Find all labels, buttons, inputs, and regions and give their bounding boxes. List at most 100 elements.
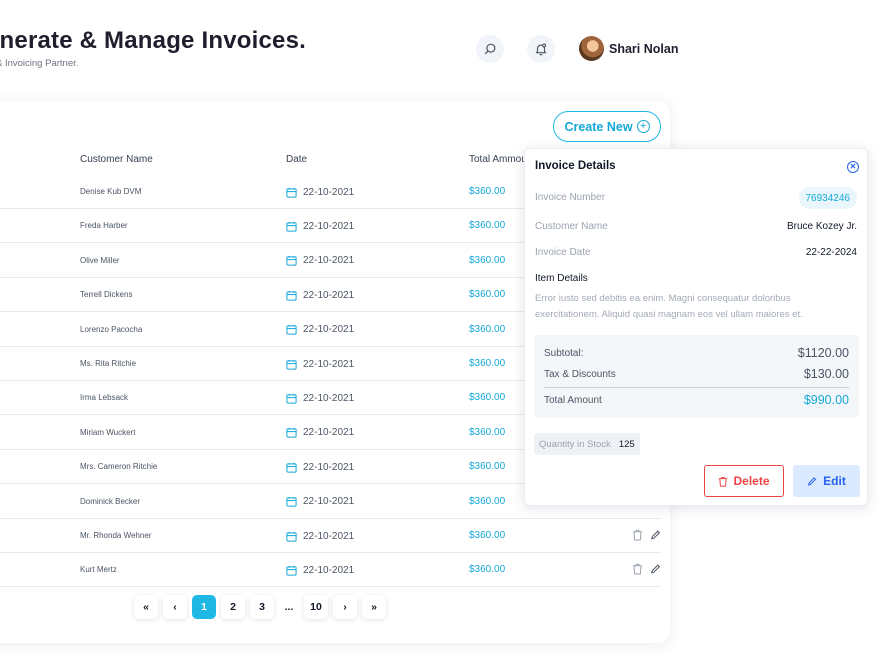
customer-name-label: Customer Name <box>535 221 608 232</box>
table-row[interactable]: Kurt Mertz 22-10-2021 $360.00 <box>0 553 661 588</box>
page-1-button[interactable]: 1 <box>192 595 216 619</box>
quantity-label: Quantity in Stock <box>539 438 611 450</box>
create-new-label: Create New <box>564 119 633 134</box>
date-cell: 22-10-2021 <box>286 381 354 415</box>
column-header-customer[interactable]: Customer Name <box>80 154 153 165</box>
amount-cell: $360.00 <box>469 358 506 369</box>
last-page-button[interactable]: » <box>362 595 386 619</box>
tax-value: $130.00 <box>803 367 849 381</box>
user-name: Shari Nolan <box>609 41 679 56</box>
amount-cell: $360.00 <box>469 392 506 404</box>
customer-name-cell: Freda Harber <box>80 221 128 231</box>
page-2-button[interactable]: 2 <box>221 595 245 619</box>
trash-icon <box>719 476 728 487</box>
amount-cell: $360.00 <box>469 323 506 335</box>
customer-name-cell: Ms. Rita Ritchie <box>80 359 137 368</box>
customer-name-cell: Denise Kub DVM <box>80 187 142 196</box>
page-title: enerate & Manage Invoices. <box>0 27 306 54</box>
invoice-details-panel: Invoice Details ✕ Invoice Number 7693424… <box>524 148 868 506</box>
customer-name-cell: Irma Lebsack <box>80 393 129 403</box>
date-cell: 22-10-2021 <box>286 209 354 243</box>
total-amount-value: $990.00 <box>803 393 849 407</box>
customer-name-cell: Terrell Dickens <box>80 290 133 300</box>
date-cell: 22-10-2021 <box>286 175 354 209</box>
customer-name-cell: Dominick Becker <box>80 496 141 506</box>
trash-icon[interactable] <box>632 529 643 541</box>
close-icon[interactable]: ✕ <box>847 161 859 173</box>
subtotal-value: $1120.00 <box>797 346 849 360</box>
bell-icon <box>535 43 547 56</box>
quantity-in-stock: Quantity in Stock 125 <box>534 433 640 455</box>
delete-button[interactable]: Delete <box>704 465 784 497</box>
notifications-button[interactable] <box>527 35 555 63</box>
calendar-icon <box>286 359 297 370</box>
edit-label: Edit <box>823 474 846 488</box>
date-text: 22-10-2021 <box>303 427 355 439</box>
pencil-icon[interactable] <box>650 529 661 541</box>
prev-page-button[interactable]: ‹ <box>163 595 187 619</box>
date-cell: 22-10-2021 <box>286 450 354 484</box>
page-10-button[interactable]: 10 <box>304 595 328 619</box>
summary-divider <box>544 387 849 388</box>
item-details-title: Item Details <box>535 273 588 284</box>
column-header-amount[interactable]: Total Ammou <box>469 154 527 165</box>
date-text: 22-10-2021 <box>303 289 355 301</box>
invoice-summary: Subtotal: $1120.00 Tax & Discounts $130.… <box>534 335 859 418</box>
date-cell: 22-10-2021 <box>286 278 354 312</box>
date-cell: 22-10-2021 <box>286 553 354 587</box>
date-text: 22-10-2021 <box>303 220 355 232</box>
customer-name-cell: Mrs. Cameron Ritchie <box>80 462 158 472</box>
amount-cell: $360.00 <box>469 254 506 266</box>
customer-name-cell: Miriam Wuckert <box>80 427 136 437</box>
customer-name-cell: Olive Miller <box>80 255 120 265</box>
date-text: 22-10-2021 <box>303 186 355 198</box>
invoice-date-value: 22-22-2024 <box>805 247 857 258</box>
calendar-icon <box>286 497 297 507</box>
item-details-description: Error iusto sed debitis ea enim. Magni c… <box>535 293 803 320</box>
avatar <box>579 36 604 61</box>
page-3-button[interactable]: 3 <box>250 595 274 619</box>
amount-cell: $360.00 <box>469 564 506 576</box>
pencil-icon[interactable] <box>650 563 661 575</box>
calendar-icon <box>286 428 297 438</box>
row-actions <box>632 563 661 575</box>
invoice-number-label: Invoice Number <box>535 192 606 203</box>
pencil-icon <box>808 476 817 485</box>
create-new-button[interactable]: Create New + <box>553 111 661 142</box>
page-subtitle: & Invoicing Partner. <box>0 58 79 69</box>
customer-name-value: Bruce Kozey Jr. <box>786 221 857 232</box>
calendar-icon <box>286 221 297 232</box>
date-text: 22-10-2021 <box>303 564 355 576</box>
amount-cell: $360.00 <box>469 461 506 473</box>
search-button[interactable] <box>476 35 504 63</box>
date-text: 22-10-2021 <box>303 461 355 473</box>
total-amount-label: Total Amount <box>544 394 602 406</box>
user-menu[interactable]: Shari Nolan <box>579 36 678 61</box>
calendar-icon <box>286 325 297 335</box>
tax-label: Tax & Discounts <box>544 368 616 380</box>
date-cell: 22-10-2021 <box>286 347 354 381</box>
calendar-icon <box>286 531 297 542</box>
pagination: « ‹ 1 2 3 ... 10 › » <box>134 595 386 619</box>
customer-name-cell: Mr. Rhonda Wehner <box>80 531 152 540</box>
trash-icon[interactable] <box>632 563 643 575</box>
row-actions <box>632 529 661 541</box>
first-page-button[interactable]: « <box>134 595 158 619</box>
amount-cell: $360.00 <box>469 289 506 301</box>
next-page-button[interactable]: › <box>333 595 357 619</box>
date-text: 22-10-2021 <box>303 358 355 370</box>
amount-cell: $360.00 <box>469 186 506 197</box>
calendar-icon <box>286 256 297 266</box>
date-cell: 22-10-2021 <box>286 244 354 278</box>
table-row[interactable]: Mr. Rhonda Wehner 22-10-2021 $360.00 <box>0 519 661 553</box>
search-icon <box>484 43 496 55</box>
calendar-icon <box>286 187 297 198</box>
delete-label: Delete <box>733 474 770 488</box>
edit-button[interactable]: Edit <box>793 465 860 497</box>
date-cell: 22-10-2021 <box>286 519 354 553</box>
amount-cell: $360.00 <box>469 220 506 232</box>
column-header-date[interactable]: Date <box>286 154 307 165</box>
amount-cell: $360.00 <box>469 426 506 438</box>
date-cell: 22-10-2021 <box>286 313 354 347</box>
customer-name-cell: Lorenzo Pacocha <box>80 324 143 334</box>
